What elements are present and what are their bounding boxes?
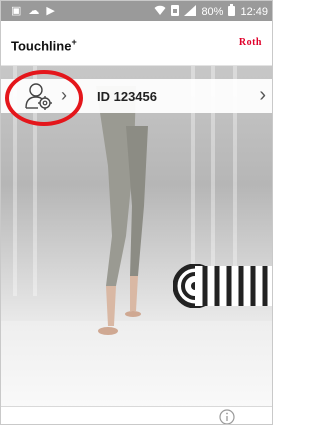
clock: 12:49 bbox=[240, 6, 268, 18]
play-icon: ▶ bbox=[46, 5, 55, 17]
striped-cushion-illustration bbox=[173, 264, 272, 308]
app-header: Touchline+ Roth bbox=[1, 21, 272, 66]
battery-percent: 80% bbox=[201, 6, 224, 18]
cloud-icon: ☁ bbox=[28, 5, 40, 17]
chevron-right-icon[interactable]: › bbox=[259, 84, 266, 106]
status-bar-left: ▣ ☁ ▶ bbox=[11, 4, 55, 18]
brand-logo: Roth bbox=[239, 37, 262, 48]
walking-person-illustration bbox=[96, 86, 148, 335]
signal-icon bbox=[184, 4, 197, 20]
status-bar: ▣ ☁ ▶ 80% 12:49 bbox=[1, 1, 272, 21]
brand-logo-text: Roth bbox=[238, 37, 262, 48]
wifi-icon bbox=[154, 5, 166, 20]
highlight-ring bbox=[5, 70, 83, 126]
info-icon[interactable] bbox=[219, 409, 235, 424]
battery-icon bbox=[228, 4, 236, 20]
sim-icon bbox=[171, 4, 180, 20]
app-title: Touchline+ bbox=[11, 37, 77, 53]
device-id-label: ID 123456 bbox=[97, 89, 157, 104]
app-title-text: Touchline bbox=[11, 38, 72, 54]
phone-screen: ▣ ☁ ▶ 80% 12:49 Touchline+ Roth › ID 123… bbox=[0, 0, 273, 425]
image-icon: ▣ bbox=[11, 5, 22, 17]
bottom-bar bbox=[1, 406, 272, 424]
status-bar-right: 80% 12:49 bbox=[154, 4, 268, 20]
app-title-plus: + bbox=[71, 37, 77, 47]
